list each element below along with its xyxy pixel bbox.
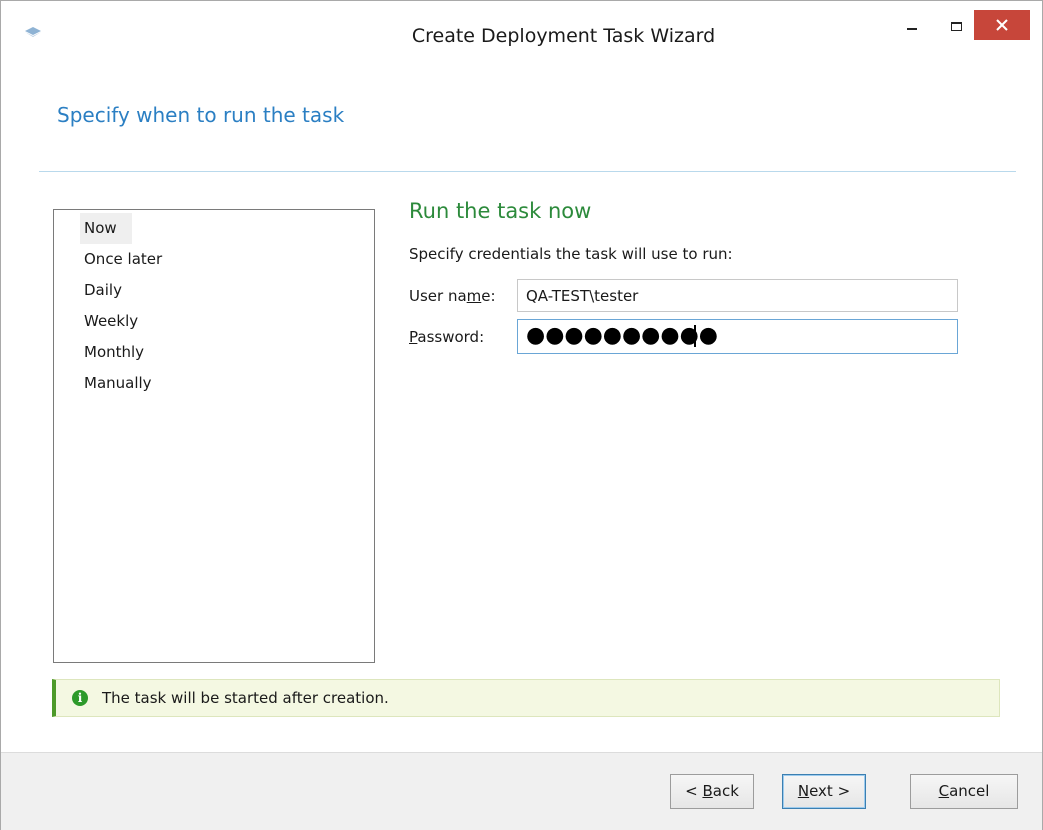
page-title: Specify when to run the task — [57, 103, 345, 127]
app-icon — [25, 27, 41, 37]
section-heading: Run the task now — [409, 199, 592, 223]
schedule-item-daily[interactable]: Daily — [80, 275, 174, 306]
schedule-item-weekly[interactable]: Weekly — [80, 306, 174, 337]
info-bar: i The task will be started after creatio… — [52, 679, 1000, 717]
title-bar[interactable]: Create Deployment Task Wizard — [1, 1, 1042, 47]
maximize-button[interactable] — [945, 11, 967, 41]
cancel-button[interactable]: Cancel — [910, 774, 1018, 809]
credentials-prompt: Specify credentials the task will use to… — [409, 245, 733, 263]
password-mask: ●●●●●●●●●● — [526, 323, 718, 348]
info-message: The task will be started after creation. — [102, 689, 389, 707]
schedule-item-now[interactable]: Now — [80, 213, 132, 244]
username-field[interactable] — [517, 279, 958, 312]
schedule-item-manually[interactable]: Manually — [80, 368, 174, 399]
wizard-window: Create Deployment Task Wizard Specify wh… — [0, 0, 1043, 830]
schedule-item-monthly[interactable]: Monthly — [80, 337, 174, 368]
minimize-icon — [907, 28, 917, 30]
info-icon: i — [72, 690, 88, 706]
text-caret — [694, 325, 696, 347]
close-button[interactable] — [974, 10, 1030, 40]
back-button[interactable]: < Back — [670, 774, 754, 809]
footer: < Back Next > Cancel — [1, 752, 1042, 830]
schedule-list[interactable]: Now Once later Daily Weekly Monthly Manu… — [53, 209, 375, 663]
password-label: Password: — [409, 328, 485, 346]
close-icon — [996, 19, 1008, 31]
username-label: User name: — [409, 287, 496, 305]
schedule-item-once-later[interactable]: Once later — [80, 244, 174, 275]
next-button[interactable]: Next > — [782, 774, 866, 809]
window-title: Create Deployment Task Wizard — [411, 25, 716, 47]
password-field[interactable]: ●●●●●●●●●● — [517, 319, 958, 354]
header-divider — [39, 171, 1016, 172]
minimize-button[interactable] — [901, 11, 923, 41]
maximize-icon — [950, 21, 962, 31]
